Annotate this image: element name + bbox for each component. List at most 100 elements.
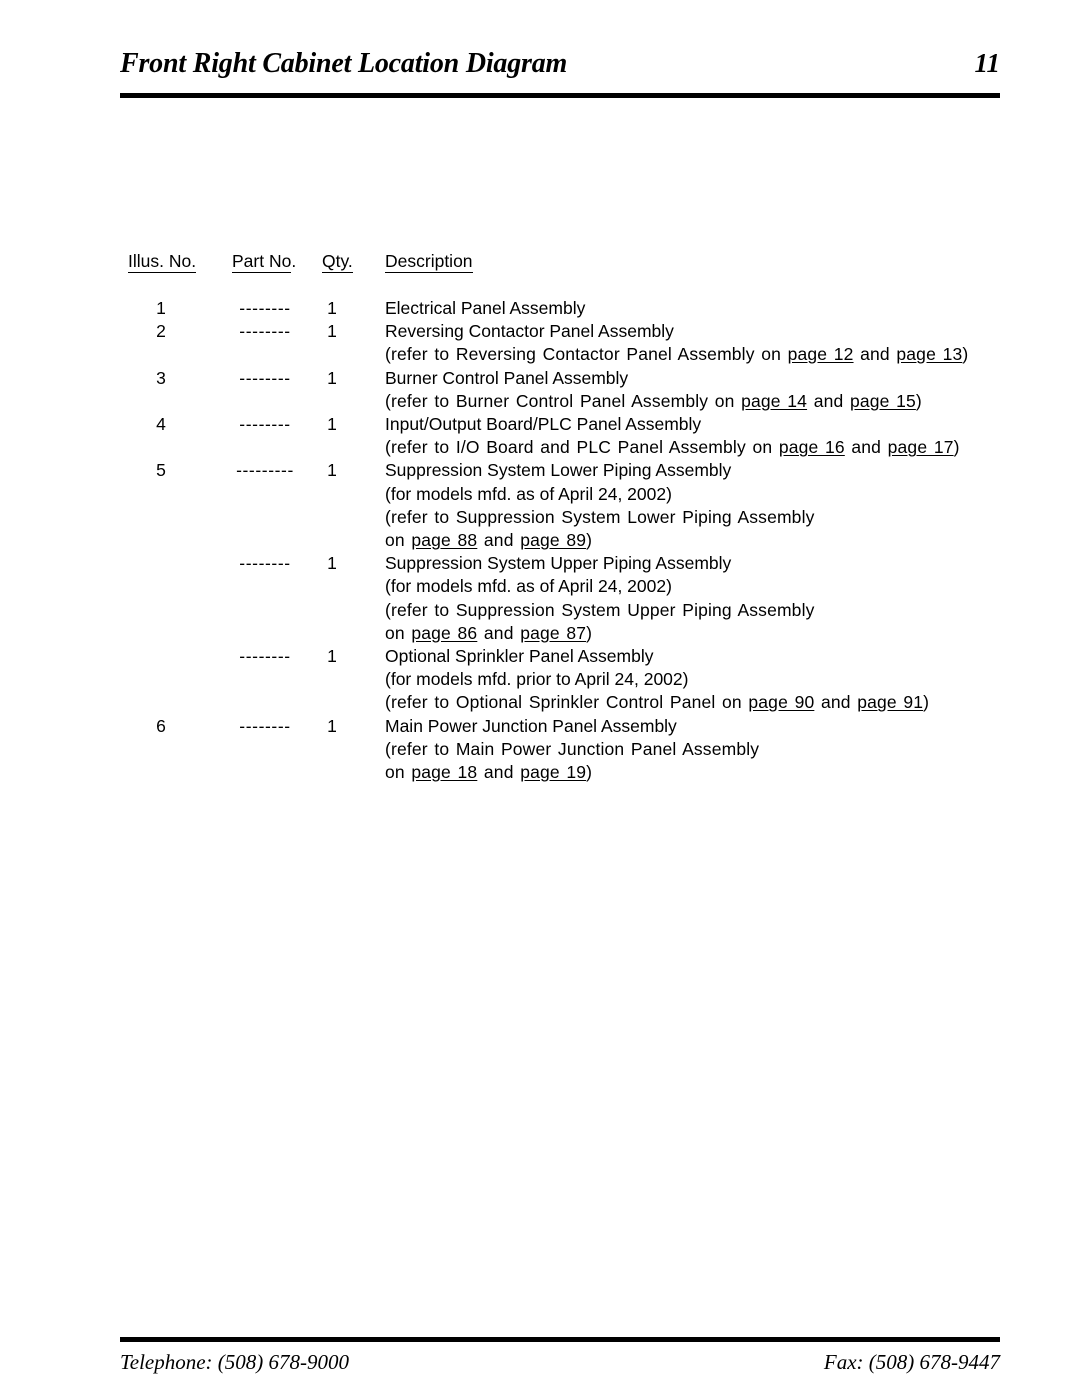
reference-text: and xyxy=(477,762,521,783)
description-reference-line: on page 88 and page 89) xyxy=(385,529,1020,552)
page-link[interactable]: page 17 xyxy=(888,437,954,457)
cell-illus-no: 2 xyxy=(156,321,166,342)
description-line: Suppression System Lower Piping Assembly xyxy=(385,460,732,481)
cell-part-no: -------- xyxy=(239,367,291,388)
column-header-part-no: Part No. xyxy=(232,251,297,273)
reference-text: ) xyxy=(953,437,960,458)
cell-qty: 1 xyxy=(327,414,337,435)
page-link[interactable]: page 15 xyxy=(850,391,916,411)
description-reference-line: (refer to Optional Sprinkler Control Pan… xyxy=(385,691,1020,714)
cell-description: Main Power Junction Panel Assembly (refer… xyxy=(385,715,1020,785)
description-line: (refer to Suppression System Lower Pipin… xyxy=(385,506,815,527)
reference-text: ) xyxy=(586,530,593,551)
description-reference-line: (refer to Reversing Contactor Panel Asse… xyxy=(385,343,1020,366)
description-line: (for models mfd. prior to April 24, 2002… xyxy=(385,669,689,690)
description-line: Main Power Junction Panel Assembly xyxy=(385,715,677,736)
reference-text: on xyxy=(745,437,779,458)
table-body: 1 -------- 1 Electrical Panel Assembly 2 ----… xyxy=(120,297,1020,784)
table-row: 4 -------- 1 Input/Output Board/PLC Panel A… xyxy=(120,413,1020,459)
reference-text: and xyxy=(477,530,521,551)
description-line: Reversing Contactor Panel Assembly xyxy=(385,321,674,342)
cell-description: Burner Control Panel Assembly (refer to B… xyxy=(385,367,1020,413)
cell-qty: 1 xyxy=(327,367,337,388)
page-link[interactable]: page 91 xyxy=(857,692,923,712)
table-row: -------- 1 Suppression System Upper Piping… xyxy=(120,552,1020,645)
reference-text: (refer to Optional Sprinkler Control Pan… xyxy=(385,692,716,713)
cell-illus-no: 6 xyxy=(156,715,166,736)
cell-description: Electrical Panel Assembly xyxy=(385,297,1020,320)
page-link[interactable]: page 90 xyxy=(748,692,814,712)
page-link[interactable]: page 86 xyxy=(411,623,477,643)
reference-text: on xyxy=(385,530,412,551)
table-row: 6 -------- 1 Main Power Junction Panel Asse… xyxy=(120,715,1020,785)
description-line: Optional Sprinkler Panel Assembly xyxy=(385,646,654,667)
page-link[interactable]: page 88 xyxy=(411,530,477,550)
page-link[interactable]: page 12 xyxy=(788,344,854,364)
cell-qty: 1 xyxy=(327,553,337,574)
description-reference-line: on page 18 and page 19) xyxy=(385,761,1020,784)
reference-text: ) xyxy=(923,692,930,713)
reference-text: ) xyxy=(586,762,593,783)
cell-description: Suppression System Upper Piping Assembly… xyxy=(385,552,1020,645)
reference-text: on xyxy=(385,622,412,643)
cell-qty: 1 xyxy=(327,298,337,318)
reference-text: and xyxy=(844,437,888,458)
reference-text: (refer to Reversing Contactor Panel Asse… xyxy=(385,344,755,365)
page-link[interactable]: page 18 xyxy=(411,762,477,782)
cell-illus-no: 5 xyxy=(156,460,166,481)
page-link[interactable]: page 16 xyxy=(779,437,845,457)
cell-part-no: -------- xyxy=(239,646,291,667)
reference-text: on xyxy=(754,344,788,365)
page-link[interactable]: page 14 xyxy=(741,391,807,411)
footer-divider xyxy=(120,1337,1000,1342)
cell-qty: 1 xyxy=(327,321,337,342)
description-line: (for models mfd. as of April 24, 2002) xyxy=(385,576,672,597)
column-header-description: Description xyxy=(385,251,473,273)
reference-text: ) xyxy=(962,344,969,365)
table-row: -------- 1 Optional Sprinkler Panel Assemb… xyxy=(120,645,1020,715)
reference-text: on xyxy=(385,762,412,783)
description-reference-line: on page 86 and page 87) xyxy=(385,622,1020,645)
column-header-illus-no: Illus. No. xyxy=(128,251,197,273)
cell-qty: 1 xyxy=(327,715,337,736)
page-footer: Telephone: (508) 678-9000 Fax: (508) 678… xyxy=(120,1350,1000,1375)
description-line: (refer to Suppression System Upper Pipin… xyxy=(385,599,815,620)
page-number: 11 xyxy=(974,48,1000,78)
cell-description: Optional Sprinkler Panel Assembly (for mo… xyxy=(385,645,1020,715)
cell-part-no: -------- xyxy=(239,298,291,318)
footer-telephone: Telephone: (508) 678-9000 xyxy=(120,1350,350,1374)
page-header: Front Right Cabinet Location Diagram 11 xyxy=(120,48,1000,80)
table-row: 3 -------- 1 Burner Control Panel Assembly(… xyxy=(120,367,1020,413)
header-divider xyxy=(120,93,1000,98)
reference-text: ) xyxy=(586,622,593,643)
page-link[interactable]: page 87 xyxy=(520,623,586,643)
cell-illus-no: 4 xyxy=(156,414,166,435)
cell-part-no: -------- xyxy=(239,715,291,736)
footer-fax: Fax: (508) 678-9447 xyxy=(823,1350,1000,1374)
description-line: Burner Control Panel Assembly xyxy=(385,367,629,388)
page-link[interactable]: page 89 xyxy=(520,530,586,550)
reference-text: (refer to Burner Control Panel Assembly xyxy=(385,390,709,411)
cell-illus-no: 1 xyxy=(156,298,166,318)
description-reference-line: (refer to Burner Control Panel Assembly … xyxy=(385,390,1020,413)
cell-qty: 1 xyxy=(327,460,337,481)
reference-text: ) xyxy=(915,390,922,411)
description-line: Electrical Panel Assembly xyxy=(385,298,586,318)
page-title: Front Right Cabinet Location Diagram xyxy=(120,48,568,79)
table-header-row: Illus. No. Part No. Qty. Description xyxy=(120,250,1020,280)
cell-description: Reversing Contactor Panel Assembly (refer… xyxy=(385,320,1020,366)
description-line: (for models mfd. as of April 24, 2002) xyxy=(385,483,672,504)
cell-part-no: --------- xyxy=(236,460,294,481)
parts-list-table: Illus. No. Part No. Qty. Description 1 --… xyxy=(120,250,1020,784)
column-header-qty: Qty. xyxy=(322,251,353,273)
reference-text: on xyxy=(708,390,742,411)
reference-text: on xyxy=(715,692,749,713)
cell-illus-no: 3 xyxy=(156,367,166,388)
reference-text: (refer to I/O Board and PLC Panel Assemb… xyxy=(385,437,746,458)
table-row: 1 -------- 1 Electrical Panel Assembly xyxy=(120,297,1020,320)
cell-description: Input/Output Board/PLC Panel Assembly (re… xyxy=(385,413,1020,459)
page-link[interactable]: page 13 xyxy=(896,344,962,364)
reference-text: and xyxy=(477,622,521,643)
reference-text: and xyxy=(853,344,897,365)
page-link[interactable]: page 19 xyxy=(520,762,586,782)
